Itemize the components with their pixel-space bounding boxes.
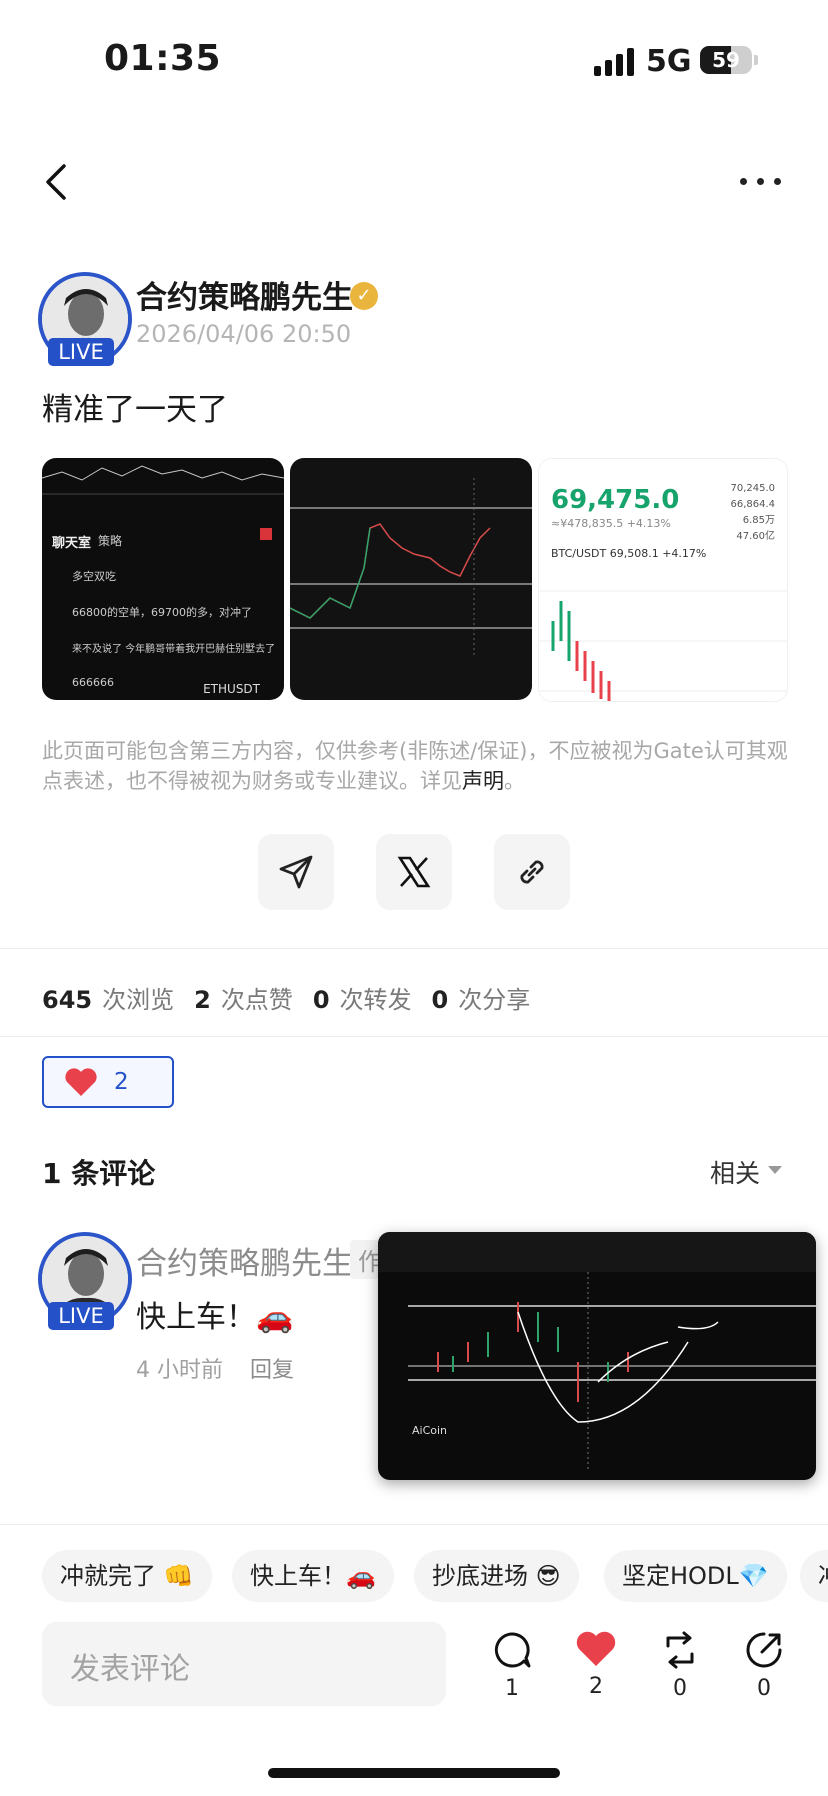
heart-icon: [65, 1068, 97, 1096]
repost-action-button[interactable]: 0: [650, 1630, 710, 1701]
back-arrow-icon[interactable]: [40, 162, 74, 202]
reposts-count: 0: [312, 986, 330, 1014]
shares-label: 次分享: [458, 986, 531, 1014]
divider: [0, 1036, 828, 1037]
divider: [0, 1524, 828, 1525]
post-stats: 645 次浏览 2 次点赞 0 次转发 0 次分享: [42, 980, 550, 1015]
thumb-stat: 70,245.0: [730, 483, 775, 494]
post-timestamp: 2026/04/06 20:50: [136, 320, 352, 348]
comment-text: 快上车！🚗: [136, 1300, 294, 1335]
quick-reply-chip[interactable]: 冲就完了 👊: [42, 1550, 212, 1602]
disclaimer-text: 此页面可能包含第三方内容，仅供参考(非陈述/保证)，不应被视为Gate认可其观点…: [42, 739, 788, 793]
disclaimer-link[interactable]: 声明: [462, 769, 504, 793]
thumb-price: 69,475.0: [551, 485, 680, 515]
comment-bubble-icon: [494, 1632, 531, 1668]
reposts-label: 次转发: [339, 986, 412, 1014]
chat-title: 聊天室: [52, 536, 92, 551]
comment-action-button[interactable]: 1: [482, 1630, 542, 1701]
post-image-3[interactable]: 69,475.0 ≈¥478,835.5 +4.13% BTC/USDT 69,…: [538, 458, 788, 702]
like-count: 2: [589, 1674, 603, 1699]
heart-filled-icon: [576, 1631, 616, 1666]
thumb-stat: 6.85万: [742, 515, 775, 526]
share-send-button[interactable]: [258, 834, 334, 910]
reply-button[interactable]: 回复: [250, 1352, 294, 1384]
repost-icon: [666, 1631, 694, 1669]
thumb-stat: 47.60亿: [736, 531, 775, 542]
comment-chart-image[interactable]: AiCoin: [378, 1232, 816, 1480]
likes-label: 次点赞: [220, 986, 293, 1014]
chat-line: 666666: [72, 676, 114, 689]
chat-line: 66800的空单，69700的多，对冲了: [72, 606, 252, 619]
comment-live-badge: LIVE: [48, 1302, 114, 1330]
link-icon: [520, 860, 544, 884]
battery-level: 59: [712, 48, 740, 72]
quick-reply-chip[interactable]: 快上车！🚗: [232, 1550, 394, 1602]
like-action-button[interactable]: 2: [566, 1630, 626, 1699]
share-count: 0: [757, 1676, 771, 1701]
sort-dropdown[interactable]: 相关: [710, 1154, 760, 1190]
views-label: 次浏览: [102, 986, 175, 1014]
reaction-count: 2: [114, 1069, 129, 1095]
chat-tab: 策略: [98, 534, 123, 548]
thumb-stats: 70,245.0 66,864.4 6.85万 47.60亿: [730, 481, 775, 545]
share-link-button[interactable]: [494, 834, 570, 910]
comment-count: 1: [505, 1676, 519, 1701]
share-action-button[interactable]: 0: [734, 1630, 794, 1701]
home-indicator[interactable]: [268, 1768, 560, 1778]
disclaimer-end: 。: [504, 769, 525, 793]
post-image-1[interactable]: 聊天室 策略 多空双吃 66800的空单，69700的多，对冲了 来不及说了 今…: [42, 458, 284, 700]
comments-title: 1 条评论: [42, 1157, 156, 1190]
signal-icon: [594, 46, 634, 76]
share-icon: [746, 1632, 782, 1668]
repost-count: 0: [673, 1676, 687, 1701]
battery-tip: [754, 55, 758, 65]
divider: [0, 948, 828, 949]
post-text: 精准了一天了: [42, 392, 228, 428]
shares-count: 0: [431, 986, 449, 1014]
share-x-button[interactable]: [376, 834, 452, 910]
chat-line: 来不及说了 今年鹏哥带着我开巴赫住别墅去了: [72, 644, 276, 655]
quick-reply-chip[interactable]: 抄底进场 😎: [414, 1550, 579, 1602]
thumb-pair: BTC/USDT 69,508.1 +4.17%: [551, 547, 707, 560]
status-time: 01:35: [104, 38, 222, 79]
quick-reply-chip[interactable]: 冲: [800, 1550, 828, 1602]
quick-reply-chip[interactable]: 坚定HODL💎: [604, 1550, 787, 1602]
comment-time: 4 小时前: [136, 1358, 223, 1383]
chat-symbol: ETHUSDT: [203, 682, 260, 696]
comment-placeholder: 发表评论: [70, 1652, 190, 1687]
verified-badge-icon: ✓: [350, 282, 378, 310]
views-count: 645: [42, 986, 93, 1014]
author-name[interactable]: 合约策略鹏先生: [136, 272, 353, 317]
battery-icon: 59: [700, 46, 752, 74]
thumb-stat: 66,864.4: [730, 499, 775, 510]
comment-input[interactable]: 发表评论: [42, 1622, 446, 1706]
chevron-down-icon[interactable]: [768, 1166, 782, 1174]
network-label: 5G: [646, 44, 692, 79]
comment-author[interactable]: 合约策略鹏先生: [136, 1238, 353, 1283]
chart-watermark: AiCoin: [412, 1424, 448, 1437]
likes-count: 2: [194, 986, 211, 1014]
heart-reaction-chip[interactable]: 2: [42, 1056, 174, 1108]
more-options-icon[interactable]: [740, 178, 781, 185]
send-icon: [279, 855, 313, 889]
x-logo-icon: [397, 856, 431, 888]
live-badge: LIVE: [48, 338, 114, 366]
disclaimer: 此页面可能包含第三方内容，仅供参考(非陈述/保证)，不应被视为Gate认可其观点…: [42, 736, 788, 796]
chat-line: 多空双吃: [72, 570, 116, 583]
post-image-2[interactable]: [290, 458, 532, 700]
thumb-price-sub: ≈¥478,835.5 +4.13%: [551, 517, 671, 530]
